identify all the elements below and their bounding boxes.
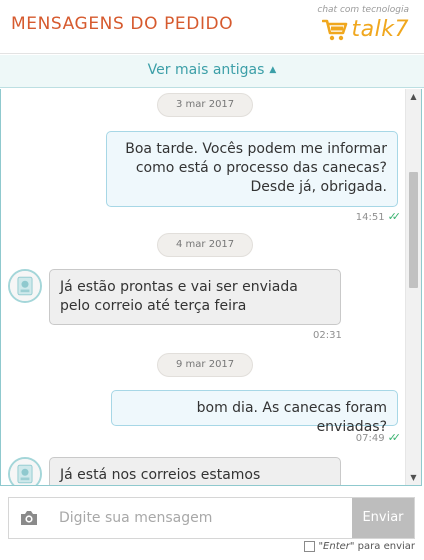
message-meta: 02:31 bbox=[313, 330, 342, 341]
enter-to-send-label: "Enter" para enviar bbox=[318, 541, 415, 552]
scroll-down-arrow-icon[interactable]: ▼ bbox=[406, 471, 421, 485]
scroll-up-arrow-icon[interactable]: ▲ bbox=[406, 90, 421, 104]
scroll-thumb[interactable] bbox=[409, 172, 418, 288]
message-line: Desde já, obrigada. bbox=[250, 179, 388, 195]
message-composer: Enviar bbox=[8, 497, 415, 539]
enter-to-send-checkbox[interactable] bbox=[304, 541, 316, 552]
brand-caption: chat com tecnologia bbox=[317, 5, 409, 15]
thread-scrollbar[interactable]: ▲ ▼ bbox=[405, 89, 421, 485]
page-title: MENSAGENS DO PEDIDO bbox=[11, 14, 234, 34]
brand-block: chat com tecnologia talk7 bbox=[317, 5, 409, 43]
date-separator-label: 4 mar 2017 bbox=[176, 239, 235, 250]
message-time: 07:49 bbox=[355, 433, 385, 444]
message-meta: 07:49 ✓✓ bbox=[355, 431, 402, 444]
message-thread[interactable]: 3 mar 2017 Boa tarde. Vocês podem me inf… bbox=[0, 89, 422, 486]
brand-name: talk7 bbox=[351, 17, 409, 42]
load-older-label: Ver mais antigas bbox=[147, 62, 265, 78]
message-line: Boa tarde. Vocês podem me informar bbox=[125, 141, 387, 157]
chat-header: MENSAGENS DO PEDIDO chat com tecnologia … bbox=[0, 0, 424, 54]
date-separator: 9 mar 2017 bbox=[157, 353, 254, 377]
message-bubble-incoming: Já está nos correios estamos bbox=[49, 457, 341, 485]
date-separator: 3 mar 2017 bbox=[157, 93, 254, 117]
message-line: bom dia. As canecas foram enviadas? bbox=[196, 400, 387, 435]
store-avatar-icon bbox=[8, 269, 42, 303]
load-older-link[interactable]: Ver mais antigas ▲ bbox=[148, 62, 277, 78]
message-line: Já estão prontas e vai ser enviada bbox=[60, 279, 298, 295]
load-older-bar: Ver mais antigas ▲ bbox=[0, 55, 424, 88]
brand-logo: talk7 bbox=[317, 17, 409, 43]
enter-to-send-option[interactable]: "Enter" para enviar bbox=[304, 541, 415, 552]
message-line: como está o processo das canecas? bbox=[135, 160, 387, 176]
enter-key-label: "Enter" bbox=[318, 541, 355, 552]
message-bubble-incoming: Já estão prontas e vai ser enviada pelo … bbox=[49, 269, 341, 325]
message-bubble-outgoing: Boa tarde. Vocês podem me informar como … bbox=[106, 131, 398, 207]
message-bubble-outgoing: bom dia. As canecas foram enviadas? bbox=[111, 390, 398, 435]
message-list: 3 mar 2017 Boa tarde. Vocês podem me inf… bbox=[1, 89, 406, 485]
message-meta: 14:51 ✓✓ bbox=[355, 210, 402, 223]
message-input[interactable] bbox=[59, 499, 349, 537]
enter-suffix-label: para enviar bbox=[354, 541, 415, 552]
double-check-icon: ✓✓ bbox=[387, 210, 402, 223]
avatar-image bbox=[10, 271, 40, 301]
double-check-icon: ✓✓ bbox=[387, 431, 402, 444]
message-line: pelo correio até terça feira bbox=[60, 298, 247, 314]
store-avatar-icon bbox=[8, 457, 42, 485]
date-separator: 4 mar 2017 bbox=[157, 233, 254, 257]
message-time: 02:31 bbox=[313, 330, 342, 341]
camera-icon[interactable] bbox=[19, 509, 39, 527]
message-time: 14:51 bbox=[355, 212, 385, 223]
shopping-cart-icon bbox=[321, 19, 347, 41]
date-separator-label: 9 mar 2017 bbox=[176, 359, 235, 370]
chevron-up-icon: ▲ bbox=[269, 65, 277, 75]
date-separator-label: 3 mar 2017 bbox=[176, 99, 235, 110]
avatar-image bbox=[10, 459, 40, 485]
message-line: Já está nos correios estamos bbox=[60, 467, 261, 483]
send-button[interactable]: Enviar bbox=[352, 498, 414, 538]
